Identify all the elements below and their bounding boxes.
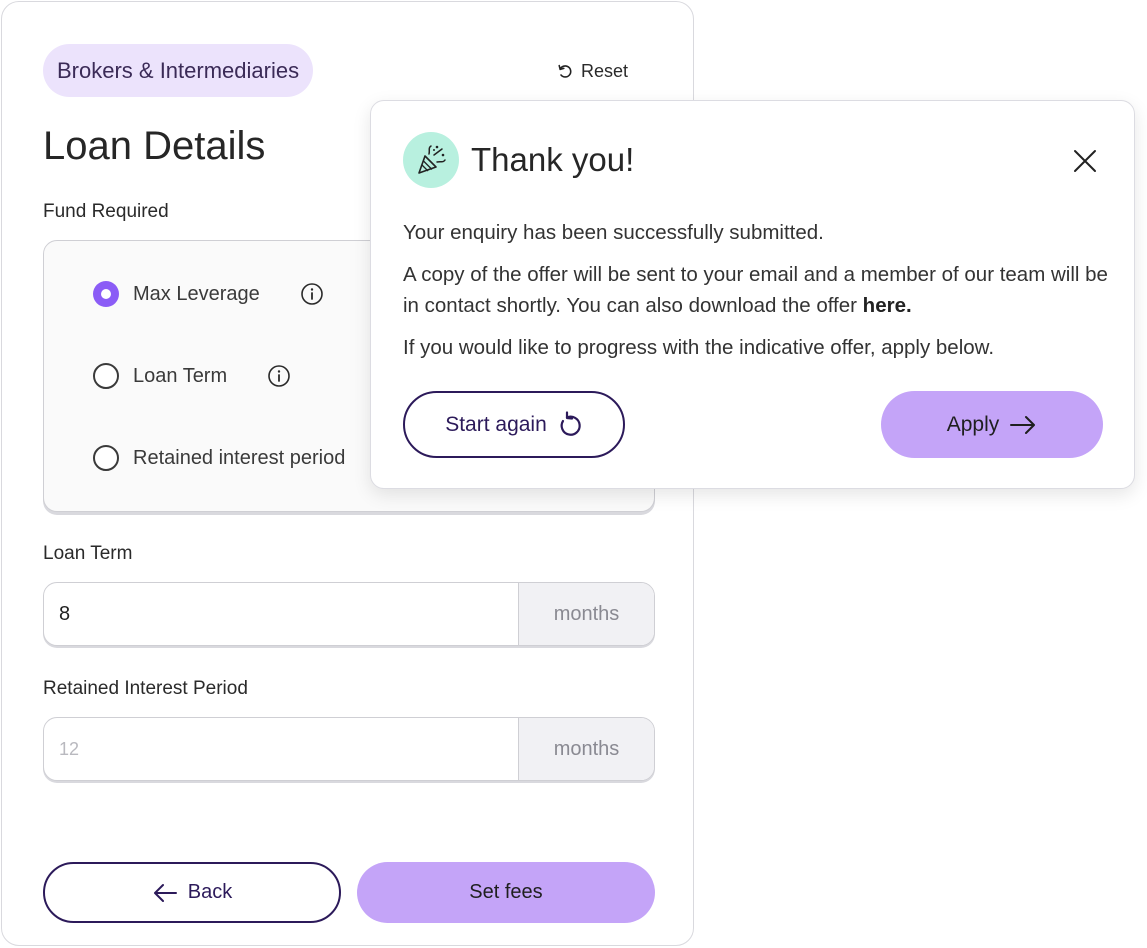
reset-icon xyxy=(558,64,572,78)
reset-button[interactable]: Reset xyxy=(557,60,628,82)
info-icon[interactable] xyxy=(300,282,324,306)
radio-unchecked[interactable] xyxy=(93,445,119,471)
fund-required-label: Fund Required xyxy=(43,201,169,222)
option-label: Retained interest period xyxy=(133,446,346,469)
brokers-badge-label: Brokers & Intermediaries xyxy=(57,57,300,83)
start-again-button[interactable]: Start again xyxy=(403,391,625,458)
set-fees-label: Set fees xyxy=(469,881,543,903)
arrow-left-icon xyxy=(153,883,177,902)
arrow-right-icon xyxy=(1010,415,1036,434)
info-icon[interactable] xyxy=(267,364,291,388)
back-button[interactable]: Back xyxy=(43,862,341,923)
download-here-link[interactable]: here. xyxy=(863,294,912,317)
radio-unchecked[interactable] xyxy=(93,363,119,389)
option-label: Loan Term xyxy=(133,364,228,387)
set-fees-button[interactable]: Set fees xyxy=(357,862,655,923)
reset-label: Reset xyxy=(581,60,629,81)
radio-checked[interactable] xyxy=(93,281,119,307)
retained-interest-input[interactable] xyxy=(44,718,520,780)
loan-term-label: Loan Term xyxy=(43,543,133,564)
party-popper-icon xyxy=(403,132,459,188)
apply-label: Apply xyxy=(946,412,1000,436)
modal-title: Thank you! xyxy=(471,141,635,178)
loan-term-input[interactable] xyxy=(44,583,520,645)
retained-interest-label: Retained Interest Period xyxy=(43,678,248,699)
option-retained-interest[interactable]: Retained interest period xyxy=(93,445,345,471)
brokers-badge: Brokers & Intermediaries xyxy=(43,44,314,97)
close-icon[interactable] xyxy=(1071,147,1099,175)
loan-term-unit: months xyxy=(518,583,654,645)
back-label: Back xyxy=(187,881,233,903)
offer-copy-text: A copy of the offer will be sent to your… xyxy=(403,259,1113,321)
option-max-leverage[interactable]: Max Leverage xyxy=(93,281,324,307)
offer-copy-line: A copy of the offer will be sent to your… xyxy=(403,263,1108,317)
option-label: Max Leverage xyxy=(133,282,260,305)
progress-text: If you would like to progress with the i… xyxy=(403,336,995,359)
restart-icon xyxy=(560,410,581,436)
retained-interest-unit: months xyxy=(518,718,654,780)
apply-button[interactable]: Apply xyxy=(881,391,1103,458)
retained-interest-field: months xyxy=(43,717,655,781)
submitted-text: Your enquiry has been successfully submi… xyxy=(403,221,824,244)
thank-you-modal: Thank you! Your enquiry has been success… xyxy=(370,100,1135,489)
start-again-label: Start again xyxy=(445,412,547,436)
page-title: Loan Details xyxy=(43,124,266,168)
option-loan-term[interactable]: Loan Term xyxy=(93,363,291,389)
loan-term-field: months xyxy=(43,582,655,646)
